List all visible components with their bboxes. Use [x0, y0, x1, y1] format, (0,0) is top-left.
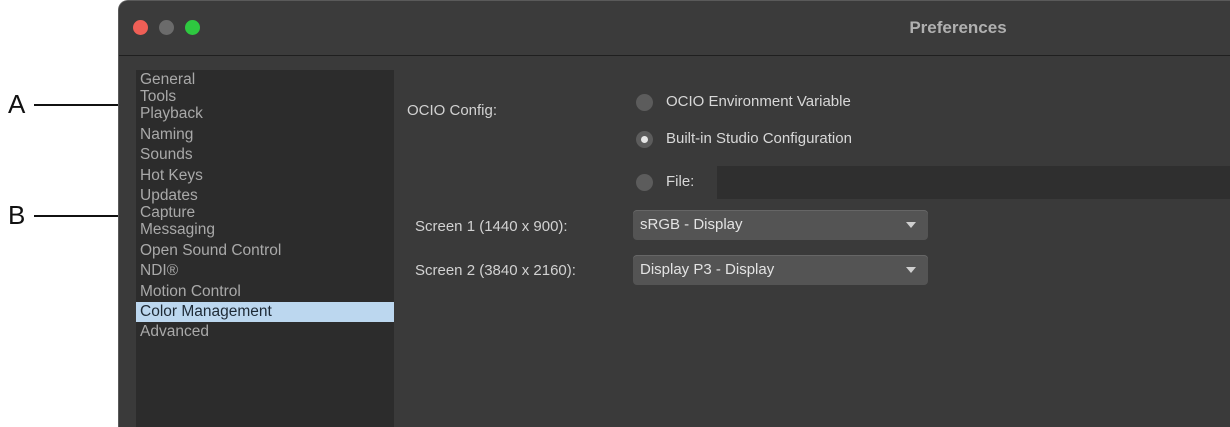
preferences-content: General Tools Playback Naming Sounds Hot… — [119, 56, 1230, 427]
sidebar-item-messaging[interactable]: Messaging — [136, 220, 394, 240]
sidebar-item-playback[interactable]: Playback — [136, 104, 394, 124]
builtin-studio-config-radio[interactable] — [636, 131, 653, 148]
sidebar-item-naming[interactable]: Naming — [136, 125, 394, 145]
sidebar-item-sounds[interactable]: Sounds — [136, 145, 394, 165]
sidebar-item-ndi[interactable]: NDI® — [136, 261, 394, 281]
callout-a-letter: A — [8, 89, 26, 119]
title-bar: Preferences — [119, 1, 1230, 56]
screen-1-display-select[interactable]: sRGB - Display — [633, 210, 928, 240]
file-radio[interactable] — [636, 174, 653, 191]
sidebar-item-tools[interactable]: Tools — [136, 90, 394, 104]
callout-b-letter: B — [8, 200, 26, 230]
ocio-env-variable-radio[interactable] — [636, 94, 653, 111]
ocio-config-label: OCIO Config: — [407, 102, 498, 119]
sidebar-item-motion-control[interactable]: Motion Control — [136, 282, 394, 302]
ocio-file-path-input[interactable] — [717, 166, 1230, 199]
chevron-down-icon — [906, 267, 916, 273]
sidebar-item-color-management[interactable]: Color Management — [136, 301, 394, 323]
screen-1-label: Screen 1 (1440 x 900): — [415, 218, 568, 235]
window-title: Preferences — [909, 18, 1007, 37]
screen-2-display-value: Display P3 - Display — [640, 261, 775, 278]
screen-2-label: Screen 2 (3840 x 2160): — [415, 262, 576, 279]
sidebar-item-advanced[interactable]: Advanced — [136, 322, 394, 342]
sidebar-item-hot-keys[interactable]: Hot Keys — [136, 166, 394, 186]
preferences-window: Preferences General Tools Playback Namin… — [118, 0, 1230, 427]
sidebar-item-open-sound-control[interactable]: Open Sound Control — [136, 241, 394, 261]
ocio-env-variable-label[interactable]: OCIO Environment Variable — [666, 93, 851, 110]
sidebar-item-capture[interactable]: Capture — [136, 206, 394, 220]
chevron-down-icon — [906, 222, 916, 228]
sidebar-item-updates[interactable]: Updates — [136, 186, 394, 206]
builtin-studio-config-label[interactable]: Built-in Studio Configuration — [666, 130, 852, 147]
file-label[interactable]: File: — [666, 173, 694, 190]
screen-2-display-select[interactable]: Display P3 - Display — [633, 255, 928, 285]
screen-1-display-value: sRGB - Display — [640, 216, 743, 233]
preferences-sidebar: General Tools Playback Naming Sounds Hot… — [136, 70, 394, 427]
sidebar-item-general[interactable]: General — [136, 70, 394, 90]
